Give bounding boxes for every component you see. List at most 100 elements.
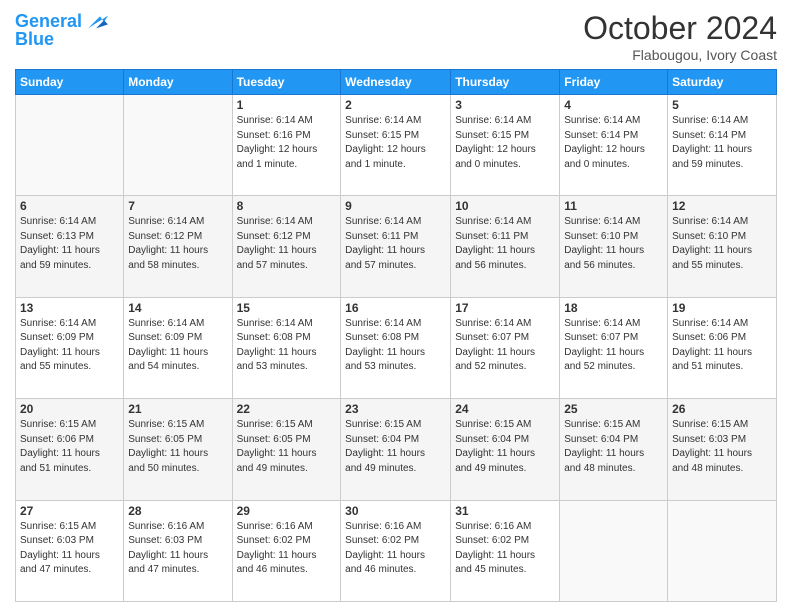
- cell-0-0: [16, 95, 124, 196]
- day-info-1: Sunrise: 6:14 AM Sunset: 6:16 PM Dayligh…: [237, 114, 337, 172]
- cell-2-5: 18Sunrise: 6:14 AM Sunset: 6:07 PM Dayli…: [560, 297, 668, 398]
- day-info-4: Sunrise: 6:14 AM Sunset: 6:14 PM Dayligh…: [564, 114, 663, 172]
- logo: General Blue: [15, 10, 108, 50]
- location: Flabougou, Ivory Coast: [583, 47, 777, 63]
- week-row-4: 27 Sunrise: 6:15 AM Sunset: 6:03 PM Dayli…: [16, 500, 777, 601]
- day-number-3: 3: [455, 98, 555, 112]
- day-number-19: 19: [672, 301, 772, 315]
- day-info-2: Sunrise: 6:14 AM Sunset: 6:15 PM Dayligh…: [345, 114, 446, 172]
- header-tuesday: Tuesday: [232, 70, 341, 95]
- day-number-25: 25: [564, 402, 663, 416]
- day-info-29: Sunrise: 6:16 AM Sunset: 6:02 PM Dayligh…: [237, 520, 337, 578]
- cell-4-0: 27 Sunrise: 6:15 AM Sunset: 6:03 PM Dayli…: [16, 500, 124, 601]
- day-info-23: Sunrise: 6:15 AM Sunset: 6:04 PM Dayligh…: [345, 418, 446, 476]
- day-number-5: 5: [672, 98, 772, 112]
- day-info-7: Sunrise: 6:14 AM Sunset: 6:12 PM Dayligh…: [128, 215, 227, 273]
- day-number-24: 24: [455, 402, 555, 416]
- cell-1-0: 6 Sunrise: 6:14 AM Sunset: 6:13 PM Daylig…: [16, 196, 124, 297]
- day-info-13: Sunrise: 6:14 AM Sunset: 6:09 PM Dayligh…: [20, 317, 119, 375]
- cell-2-0: 13 Sunrise: 6:14 AM Sunset: 6:09 PM Dayli…: [16, 297, 124, 398]
- cell-1-4: 10 Sunrise: 6:14 AM Sunset: 6:11 PM Dayli…: [451, 196, 560, 297]
- day-number-22: 22: [237, 402, 337, 416]
- day-info-21: Sunrise: 6:15 AM Sunset: 6:05 PM Dayligh…: [128, 418, 227, 476]
- day-number-10: 10: [455, 199, 555, 213]
- day-number-4: 4: [564, 98, 663, 112]
- day-number-14: 14: [128, 301, 227, 315]
- day-info-25: Sunrise: 6:15 AM Sunset: 6:04 PM Dayligh…: [564, 418, 663, 476]
- cell-4-1: 28 Sunrise: 6:16 AM Sunset: 6:03 PM Dayli…: [124, 500, 232, 601]
- day-info-11: Sunrise: 6:14 AM Sunset: 6:10 PM Dayligh…: [564, 215, 663, 273]
- cell-0-3: 2Sunrise: 6:14 AM Sunset: 6:15 PM Daylig…: [341, 95, 451, 196]
- day-info-14: Sunrise: 6:14 AM Sunset: 6:09 PM Dayligh…: [128, 317, 227, 375]
- day-number-1: 1: [237, 98, 337, 112]
- header-wednesday: Wednesday: [341, 70, 451, 95]
- cell-4-5: [560, 500, 668, 601]
- day-number-11: 11: [564, 199, 663, 213]
- cell-2-3: 16 Sunrise: 6:14 AM Sunset: 6:08 PM Dayli…: [341, 297, 451, 398]
- cell-1-3: 9 Sunrise: 6:14 AM Sunset: 6:11 PM Daylig…: [341, 196, 451, 297]
- day-info-12: Sunrise: 6:14 AM Sunset: 6:10 PM Dayligh…: [672, 215, 772, 273]
- day-number-20: 20: [20, 402, 119, 416]
- cell-1-2: 8 Sunrise: 6:14 AM Sunset: 6:12 PM Daylig…: [232, 196, 341, 297]
- day-info-15: Sunrise: 6:14 AM Sunset: 6:08 PM Dayligh…: [237, 317, 337, 375]
- day-number-8: 8: [237, 199, 337, 213]
- day-number-28: 28: [128, 504, 227, 518]
- day-info-16: Sunrise: 6:14 AM Sunset: 6:08 PM Dayligh…: [345, 317, 446, 375]
- calendar-table: Sunday Monday Tuesday Wednesday Thursday…: [15, 69, 777, 602]
- header-thursday: Thursday: [451, 70, 560, 95]
- day-info-27: Sunrise: 6:15 AM Sunset: 6:03 PM Dayligh…: [20, 520, 119, 578]
- day-info-17: Sunrise: 6:14 AM Sunset: 6:07 PM Dayligh…: [455, 317, 555, 375]
- cell-0-2: 1 Sunrise: 6:14 AM Sunset: 6:16 PM Daylig…: [232, 95, 341, 196]
- day-info-24: Sunrise: 6:15 AM Sunset: 6:04 PM Dayligh…: [455, 418, 555, 476]
- day-number-27: 27: [20, 504, 119, 518]
- day-info-9: Sunrise: 6:14 AM Sunset: 6:11 PM Dayligh…: [345, 215, 446, 273]
- day-number-7: 7: [128, 199, 227, 213]
- day-info-8: Sunrise: 6:14 AM Sunset: 6:12 PM Dayligh…: [237, 215, 337, 273]
- cell-3-4: 24 Sunrise: 6:15 AM Sunset: 6:04 PM Dayli…: [451, 399, 560, 500]
- week-row-0: 1 Sunrise: 6:14 AM Sunset: 6:16 PM Daylig…: [16, 95, 777, 196]
- cell-3-3: 23Sunrise: 6:15 AM Sunset: 6:04 PM Dayli…: [341, 399, 451, 500]
- header-sunday: Sunday: [16, 70, 124, 95]
- day-info-18: Sunrise: 6:14 AM Sunset: 6:07 PM Dayligh…: [564, 317, 663, 375]
- header-saturday: Saturday: [668, 70, 777, 95]
- cell-2-2: 15 Sunrise: 6:14 AM Sunset: 6:08 PM Dayli…: [232, 297, 341, 398]
- cell-1-5: 11 Sunrise: 6:14 AM Sunset: 6:10 PM Dayli…: [560, 196, 668, 297]
- week-row-1: 6 Sunrise: 6:14 AM Sunset: 6:13 PM Daylig…: [16, 196, 777, 297]
- cell-4-3: 30Sunrise: 6:16 AM Sunset: 6:02 PM Dayli…: [341, 500, 451, 601]
- day-number-21: 21: [128, 402, 227, 416]
- day-number-31: 31: [455, 504, 555, 518]
- day-info-30: Sunrise: 6:16 AM Sunset: 6:02 PM Dayligh…: [345, 520, 446, 578]
- calendar-header-row: Sunday Monday Tuesday Wednesday Thursday…: [16, 70, 777, 95]
- cell-0-1: [124, 95, 232, 196]
- day-info-6: Sunrise: 6:14 AM Sunset: 6:13 PM Dayligh…: [20, 215, 119, 273]
- cell-3-5: 25 Sunrise: 6:15 AM Sunset: 6:04 PM Dayli…: [560, 399, 668, 500]
- day-info-31: Sunrise: 6:16 AM Sunset: 6:02 PM Dayligh…: [455, 520, 555, 578]
- day-number-6: 6: [20, 199, 119, 213]
- cell-3-1: 21 Sunrise: 6:15 AM Sunset: 6:05 PM Dayli…: [124, 399, 232, 500]
- day-number-29: 29: [237, 504, 337, 518]
- day-info-10: Sunrise: 6:14 AM Sunset: 6:11 PM Dayligh…: [455, 215, 555, 273]
- cell-3-6: 26Sunrise: 6:15 AM Sunset: 6:03 PM Dayli…: [668, 399, 777, 500]
- cell-0-4: 3 Sunrise: 6:14 AM Sunset: 6:15 PM Daylig…: [451, 95, 560, 196]
- day-number-9: 9: [345, 199, 446, 213]
- page: General Blue October 2024 Flabougou, Ivo…: [0, 0, 792, 612]
- cell-4-6: [668, 500, 777, 601]
- day-info-3: Sunrise: 6:14 AM Sunset: 6:15 PM Dayligh…: [455, 114, 555, 172]
- day-number-12: 12: [672, 199, 772, 213]
- header-friday: Friday: [560, 70, 668, 95]
- day-info-22: Sunrise: 6:15 AM Sunset: 6:05 PM Dayligh…: [237, 418, 337, 476]
- logo-icon: [84, 10, 108, 34]
- day-number-16: 16: [345, 301, 446, 315]
- day-info-28: Sunrise: 6:16 AM Sunset: 6:03 PM Dayligh…: [128, 520, 227, 578]
- cell-1-6: 12 Sunrise: 6:14 AM Sunset: 6:10 PM Dayli…: [668, 196, 777, 297]
- day-info-26: Sunrise: 6:15 AM Sunset: 6:03 PM Dayligh…: [672, 418, 772, 476]
- header: General Blue October 2024 Flabougou, Ivo…: [15, 10, 777, 63]
- day-info-5: Sunrise: 6:14 AM Sunset: 6:14 PM Dayligh…: [672, 114, 772, 172]
- cell-2-4: 17 Sunrise: 6:14 AM Sunset: 6:07 PM Dayli…: [451, 297, 560, 398]
- day-number-15: 15: [237, 301, 337, 315]
- day-number-13: 13: [20, 301, 119, 315]
- cell-1-1: 7 Sunrise: 6:14 AM Sunset: 6:12 PM Daylig…: [124, 196, 232, 297]
- day-number-17: 17: [455, 301, 555, 315]
- day-info-20: Sunrise: 6:15 AM Sunset: 6:06 PM Dayligh…: [20, 418, 119, 476]
- cell-2-1: 14 Sunrise: 6:14 AM Sunset: 6:09 PM Dayli…: [124, 297, 232, 398]
